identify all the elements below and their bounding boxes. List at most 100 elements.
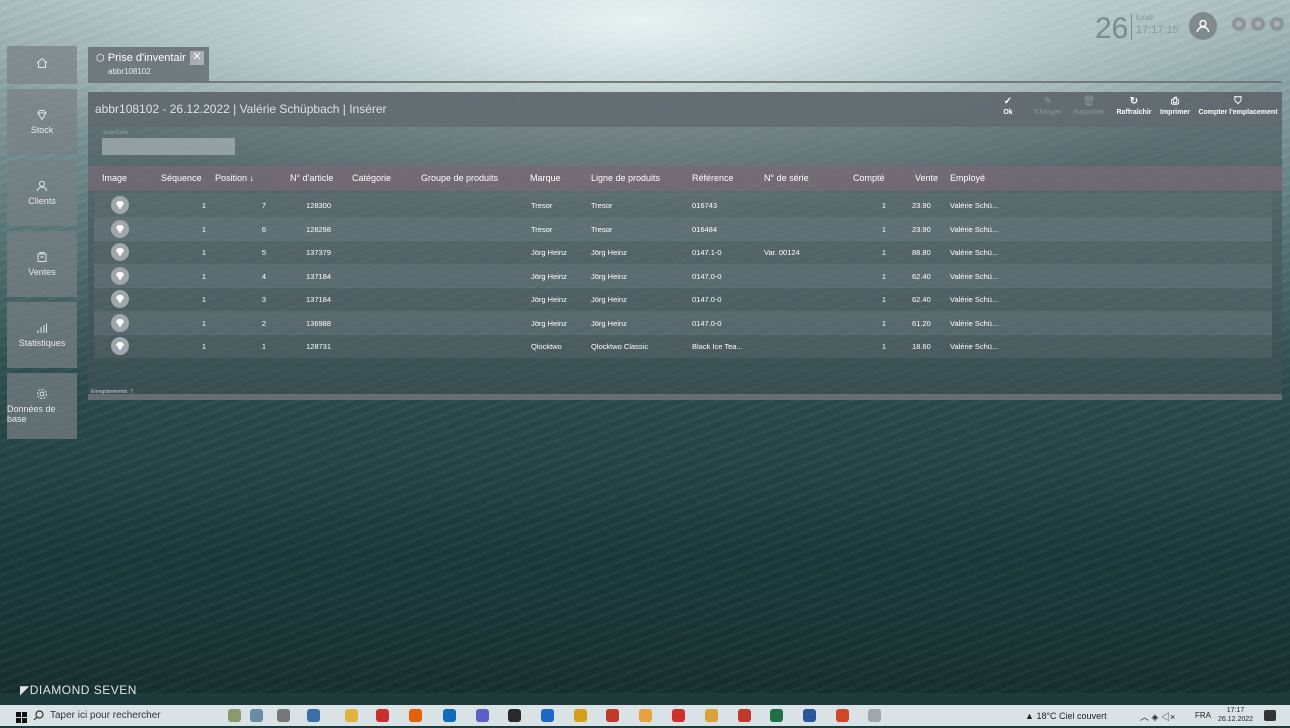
user-avatar-button[interactable] [1189,12,1217,40]
cell-product-line: Qlocktwo Classic [591,342,649,351]
column-header-brand[interactable]: Marque [530,173,561,183]
app-icon[interactable] [307,709,320,722]
delete-button[interactable]: 🗑 Supprimer [1070,95,1108,116]
trash-icon: ⛉ [1234,96,1242,107]
app-icon[interactable] [508,709,521,722]
change-label: Changer [1034,109,1062,116]
table-row[interactable]: 1 5 137379 Jörg Heinz Jörg Heinz 0147.1-0 Var.… [94,240,1272,264]
app-icon[interactable] [705,709,718,722]
count-location-button[interactable]: ⛉ Compter l'emplacement [1196,95,1280,116]
column-header-sequence[interactable]: Séquence [161,173,202,183]
sidebar-item-stock[interactable]: Stock [7,89,77,155]
printer-icon: ⎙ [1171,96,1179,107]
tab-underline [88,81,1282,83]
outlook-icon[interactable] [443,709,456,722]
taskbar-widget-icon[interactable] [228,709,241,722]
cell-employee: Valérie Schü... [950,201,999,210]
column-header-image[interactable]: Image [102,173,127,183]
table-row[interactable]: 1 4 137184 Jörg Heinz Jörg Heinz 0147.0-0 1 62.… [94,263,1272,288]
column-header-position[interactable]: Position ↓ [215,173,254,183]
app-icon[interactable] [541,709,554,722]
column-header-serial[interactable]: N° de série [764,173,809,183]
filezilla-icon[interactable] [376,709,389,722]
cell-counted: 1 [881,201,886,210]
cell-sequence: 1 [201,318,206,328]
column-header-reference[interactable]: Référence [692,173,734,183]
firefox-icon[interactable] [409,709,422,722]
product-image-icon [111,313,129,332]
change-button[interactable]: ✎ Changer [1033,95,1063,116]
cell-position: 2 [261,318,266,328]
cell-brand: Jörg Heinz [531,271,567,281]
notification-icon[interactable] [1264,710,1276,721]
chrome-icon[interactable] [639,709,652,722]
app-icon[interactable] [476,709,489,722]
cell-sequence: 1 [201,271,206,281]
sidebar-item-ventes[interactable]: Ventes [7,231,77,297]
cell-sequence: 1 [201,201,206,210]
user-icon [1196,19,1210,33]
weather-text: 18°C Ciel couvert [1036,711,1107,721]
column-header-sale[interactable]: Vente [915,173,938,183]
app-icon[interactable] [738,709,751,722]
clock-separator [1131,14,1132,40]
cell-sale: 62.40 [912,271,931,281]
excel-icon[interactable] [770,709,783,722]
cell-sequence: 1 [201,342,206,351]
scan-code-input[interactable] [102,138,235,155]
cell-reference: 0147.0-0 [692,318,722,328]
sidebar-item-home[interactable] [7,46,77,84]
acrobat-icon[interactable] [672,709,685,722]
cell-product-line: Jörg Heinz [591,248,627,257]
cell-product-line: Tresor [591,224,613,234]
file-explorer-icon[interactable] [345,709,358,722]
cell-employee: Valérie Schü... [950,318,999,328]
diamond-seven-app-icon[interactable] [868,709,881,722]
print-button[interactable]: ⎙ Imprimer [1158,95,1192,116]
cell-reference: 016484 [692,224,718,234]
refresh-button[interactable]: ↻ Raffraîchir [1114,95,1154,116]
app-icon[interactable] [574,709,587,722]
table-row[interactable]: 1 7 128300 Tresor Tresor 016743 1 23.90 Valérie … [94,193,1272,217]
column-header-employee[interactable]: Employé [950,173,985,183]
table-row[interactable]: 1 6 128298 Tresor Tresor 016484 1 23.90 Valérie … [94,216,1272,241]
word-icon[interactable] [803,709,816,722]
column-header-category[interactable]: Catégorie [352,173,391,183]
table-row[interactable]: 1 3 137184 Jörg Heinz Jörg Heinz 0147.0-0 1 62.… [94,287,1272,311]
check-icon: ✓ [1003,96,1013,107]
taskbar-clock[interactable]: 17:17 26.12.2022 [1218,706,1253,724]
task-view-icon[interactable] [277,709,290,722]
column-header-product-line[interactable]: Ligne de produits [591,173,660,183]
table-row[interactable]: 1 1 128731 Qlocktwo Qlocktwo Classic Black Ic… [94,334,1272,358]
column-header-article[interactable]: N° d'article [290,173,333,183]
minimize-button[interactable] [1232,17,1246,31]
column-header-product-group[interactable]: Groupe de produits [421,173,498,183]
cell-sale: 61.20 [912,318,931,328]
clock-time: 17:17:15 [1136,24,1179,36]
cell-counted: 1 [881,224,886,234]
language-indicator[interactable]: FRA [1195,711,1211,720]
sidebar-item-donnees-de-base[interactable]: Données de base [7,373,77,439]
weather-widget[interactable]: ▲ 18°C Ciel couvert [1025,711,1107,721]
cell-counted: 1 [881,271,886,281]
windows-logo-icon [16,712,27,723]
close-window-button[interactable] [1270,17,1284,31]
sidebar-item-statistiques[interactable]: Statistiques [7,302,77,368]
tab-prise-inventaire[interactable]: ⬡ Prise d'inventair abbr108102 ✕ [88,47,209,82]
maximize-button[interactable] [1251,17,1265,31]
taskbar-widget-icon[interactable] [250,709,263,722]
table-row[interactable]: 1 2 136988 Jörg Heinz Jörg Heinz 0147.0-0 1 61.… [94,310,1272,335]
sidebar-item-clients[interactable]: Clients [7,160,77,226]
app-icon[interactable] [606,709,619,722]
clock-day: 26 [1095,12,1129,45]
inventory-panel: abbr108102 - 26.12.2022 | Valérie Schüpb… [88,92,1282,400]
cell-product-line: Jörg Heinz [591,295,627,304]
powerpoint-icon[interactable] [836,709,849,722]
tab-close-button[interactable]: ✕ [190,51,204,65]
cell-employee: Valérie Schü... [950,224,999,234]
windows-start-button[interactable] [16,710,27,728]
column-header-counted[interactable]: Compté [853,173,885,183]
system-tray-icons[interactable]: ︿ ◈ ◁× [1140,710,1175,723]
ok-button[interactable]: ✓ Ok [998,95,1018,116]
taskbar-search[interactable]: Taper ici pour rechercher [33,707,223,724]
